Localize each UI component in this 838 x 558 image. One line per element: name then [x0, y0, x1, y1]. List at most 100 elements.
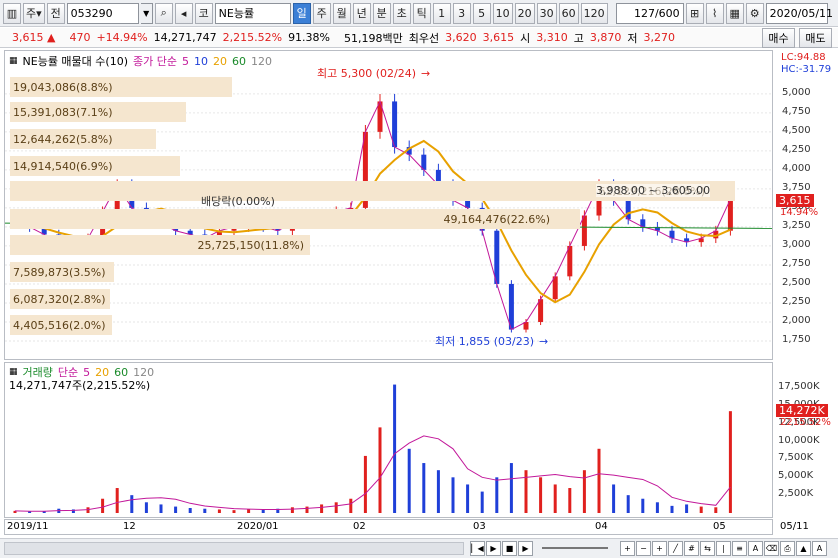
legend-ma-120: 120 — [250, 54, 272, 68]
volume-current: 14,271,747주(2,215.52%) — [9, 379, 151, 392]
zoom-slider[interactable] — [542, 547, 608, 549]
period-week-button[interactable]: 주 — [312, 2, 331, 24]
period-second-button[interactable]: 초 — [392, 2, 411, 24]
minute-3-button[interactable]: 3 — [452, 2, 471, 24]
volume-bar — [305, 506, 309, 513]
volume-bar — [188, 508, 192, 513]
x-label-3: 2020/01 — [237, 521, 279, 532]
x-label-4: 02 — [353, 521, 366, 532]
volume-bar — [217, 509, 221, 513]
stock-name-field[interactable]: NE능률 — [214, 2, 291, 24]
stop-icon[interactable]: ■ — [502, 541, 517, 556]
sell-button[interactable]: 매도 — [799, 28, 832, 48]
minute-5-button[interactable]: 5 — [472, 2, 491, 24]
volume-bar — [699, 506, 703, 513]
price-axis-label: 4,250 — [782, 143, 811, 155]
period-month-button[interactable]: 월 — [332, 2, 351, 24]
fibonacci-icon[interactable]: ≡ — [732, 541, 747, 556]
candle-icon[interactable]: ⊞ — [685, 2, 704, 24]
volume-bar — [466, 484, 470, 513]
scroll-next-icon[interactable]: ▶ — [486, 541, 501, 556]
high-annotation: 최고 5,300 (02/24) → — [317, 66, 431, 81]
volume-panel[interactable]: ▦ 거래량 단순 5 20 60 120 14,271,747주(2,215.5… — [4, 362, 773, 518]
volume-bar — [451, 477, 455, 513]
volume-bar — [670, 505, 674, 513]
stock-code-input[interactable]: 053290 — [66, 2, 139, 24]
minute-20-button[interactable]: 20 — [514, 2, 535, 24]
gear-icon[interactable]: ⚙ — [745, 2, 764, 24]
minute-10-button[interactable]: 10 — [492, 2, 513, 24]
volume-bar — [539, 477, 543, 513]
draw-line-icon[interactable]: ╱ — [668, 541, 683, 556]
layout-icon[interactable]: ▦ — [725, 2, 744, 24]
period-tick-button[interactable]: 틱 — [412, 2, 431, 24]
legend-stock-name: NE능률 매물대 수(10) — [22, 55, 128, 68]
volume-ma5-line — [14, 435, 731, 512]
period-select[interactable]: 주 ▾ — [23, 2, 45, 24]
volume-bar — [28, 511, 32, 513]
profile-bar-second: 49,164,476(22.6%) — [10, 209, 580, 229]
horizontal-scrollbar[interactable] — [4, 542, 464, 555]
volume-bar — [174, 506, 178, 513]
grid-icon[interactable]: # — [684, 541, 699, 556]
price-axis-label: 2,750 — [782, 257, 811, 269]
count-field[interactable]: 127/600 — [615, 2, 684, 24]
up-icon[interactable]: ▲ — [796, 541, 811, 556]
search-icon[interactable]: ⌕ — [154, 2, 173, 24]
market-label[interactable]: 코 — [194, 2, 213, 24]
price-axis-label: 4,000 — [782, 162, 811, 174]
period-year-button[interactable]: 년 — [352, 2, 371, 24]
scroll-first-icon[interactable]: ▏◀ — [470, 541, 485, 556]
trade-amount: 51,198백만 — [344, 31, 403, 45]
date-field[interactable]: 2020/05/11 — [765, 2, 833, 24]
volume-bar — [115, 488, 119, 513]
volume-bar — [495, 477, 499, 513]
price-chart — [5, 93, 772, 342]
dividend-annotation: 배당락(0.00%) — [201, 195, 275, 208]
volume-bar — [378, 427, 382, 513]
low-price: 3,270 — [643, 31, 676, 44]
text-icon[interactable]: A — [748, 541, 763, 556]
period-minute-button[interactable]: 분 — [372, 2, 391, 24]
measure-icon[interactable]: ⇆ — [700, 541, 715, 556]
sound-icon[interactable]: ◂ — [174, 2, 193, 24]
stock-code-dropdown[interactable]: ▼ — [140, 2, 153, 24]
profile-bar-7: 6,087,320(2.8%) — [10, 289, 110, 309]
buy-button[interactable]: 매수 — [762, 28, 795, 48]
font-icon[interactable]: A — [812, 541, 827, 556]
volume-bar — [582, 470, 586, 513]
volume-bar — [568, 488, 572, 513]
minute-60-button[interactable]: 60 — [558, 2, 579, 24]
profile-bar-3: 12,644,262(5.8%) — [10, 129, 156, 149]
profile-bar-2: 15,391,083(7.1%) — [10, 102, 186, 122]
legend-ma-60: 60 — [231, 54, 246, 68]
volume-bar — [626, 495, 630, 513]
minute-120-button[interactable]: 120 — [580, 2, 608, 24]
minute-30-button[interactable]: 30 — [536, 2, 557, 24]
zoom-in-icon[interactable]: + — [620, 541, 635, 556]
profile-bar-5: 25,725,150(11.8%) — [10, 235, 310, 255]
x-label-5: 03 — [473, 521, 486, 532]
eraser-icon[interactable]: ⌫ — [764, 541, 779, 556]
x-label-7: 05 — [713, 521, 726, 532]
zoom-out-icon[interactable]: − — [636, 541, 651, 556]
play-icon[interactable]: ▶ — [518, 541, 533, 556]
low-label: 저 — [627, 31, 638, 45]
chart-icon[interactable]: ▥ — [3, 2, 21, 24]
volume-bar — [509, 463, 513, 513]
price-pct-tag: 14.94% — [780, 207, 819, 218]
indicator-icon[interactable]: ⌇ — [705, 2, 724, 24]
print-icon[interactable]: ⎙ — [780, 541, 795, 556]
price-panel[interactable]: ▦ NE능률 매물대 수(10) 종가 단순 5 10 20 60 120 19… — [4, 50, 773, 360]
high-label: 고 — [573, 31, 584, 45]
crosshair-icon[interactable]: + — [652, 541, 667, 556]
period-day-button[interactable]: 일 — [292, 2, 311, 24]
minute-1-button[interactable]: 1 — [432, 2, 451, 24]
vertical-line-icon[interactable]: | — [716, 541, 731, 556]
profile-bar-1: 19,043,086(8.8%) — [10, 77, 232, 97]
low-annotation: 최저 1,855 (03/23) → — [435, 334, 549, 349]
price-axis-label: 3,750 — [782, 181, 811, 193]
prev-button[interactable]: 전 — [46, 2, 65, 24]
x-label-1: 2019/11 — [7, 521, 49, 532]
toolbar: ▥ 주 ▾ 전 053290 ▼ ⌕ ◂ 코 NE능률 일 주 월 년 분 초 틱… — [0, 0, 838, 27]
